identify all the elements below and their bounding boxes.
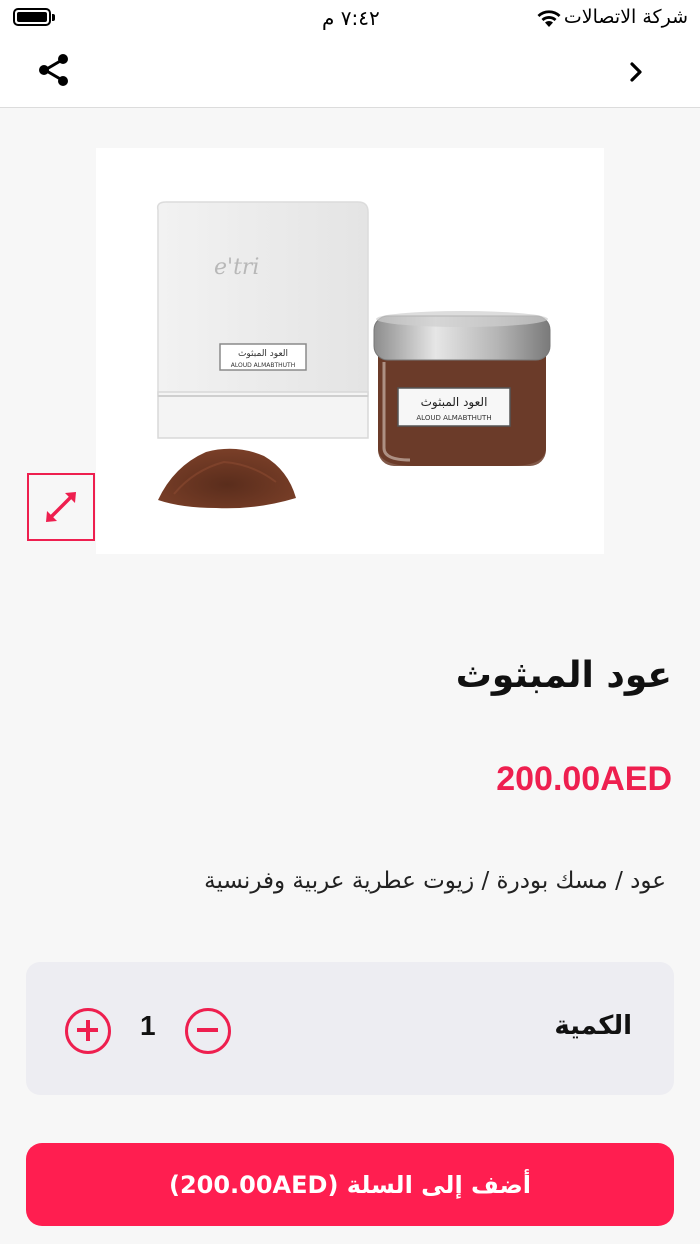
battery-icon bbox=[13, 8, 51, 26]
share-button[interactable] bbox=[36, 52, 72, 88]
expand-image-button[interactable] bbox=[27, 473, 95, 541]
product-title: عود المبثوث bbox=[455, 655, 672, 696]
product-image[interactable]: e'tri العود المبثوث ALOUD ALMABTHUTH الع… bbox=[96, 148, 604, 554]
expand-icon bbox=[46, 492, 76, 522]
share-icon bbox=[39, 54, 68, 86]
nav-bar bbox=[0, 38, 700, 108]
add-to-cart-button[interactable]: أضف إلى السلة (200.00AED) bbox=[26, 1143, 674, 1226]
status-time: ٧:٤٢ م bbox=[322, 6, 380, 30]
box-brand-text: e'tri bbox=[214, 255, 259, 280]
jar-label-ar: العود المبثوث bbox=[421, 395, 488, 410]
add-to-cart-label: أضف إلى السلة (200.00AED) bbox=[168, 1170, 532, 1199]
battery-tip bbox=[52, 14, 55, 21]
carrier-name: شركة الاتصالات bbox=[563, 6, 688, 28]
quantity-label: الكمية bbox=[554, 1011, 632, 1041]
quantity-decrease-button[interactable] bbox=[185, 1008, 231, 1054]
box-label-ar: العود المبثوث bbox=[238, 349, 288, 359]
back-button[interactable] bbox=[624, 58, 650, 86]
status-bar: ٧:٤٢ م شركة الاتصالات bbox=[0, 0, 700, 38]
quantity-value: 1 bbox=[140, 1010, 156, 1041]
quantity-panel: 1 الكمية bbox=[26, 962, 674, 1095]
jar-label-en: ALOUD ALMABTHUTH bbox=[416, 414, 491, 422]
box-label-en: ALOUD ALMABTHUTH bbox=[231, 362, 295, 369]
wifi-icon bbox=[537, 10, 561, 27]
quantity-increase-button[interactable] bbox=[65, 1008, 111, 1054]
product-description: عود / مسك بودرة / زيوت عطرية عربية وفرنس… bbox=[204, 868, 666, 894]
chevron-right-icon bbox=[630, 62, 642, 82]
product-price: 200.00AED bbox=[496, 760, 672, 798]
product-photo: e'tri العود المبثوث ALOUD ALMABTHUTH الع… bbox=[156, 201, 551, 509]
